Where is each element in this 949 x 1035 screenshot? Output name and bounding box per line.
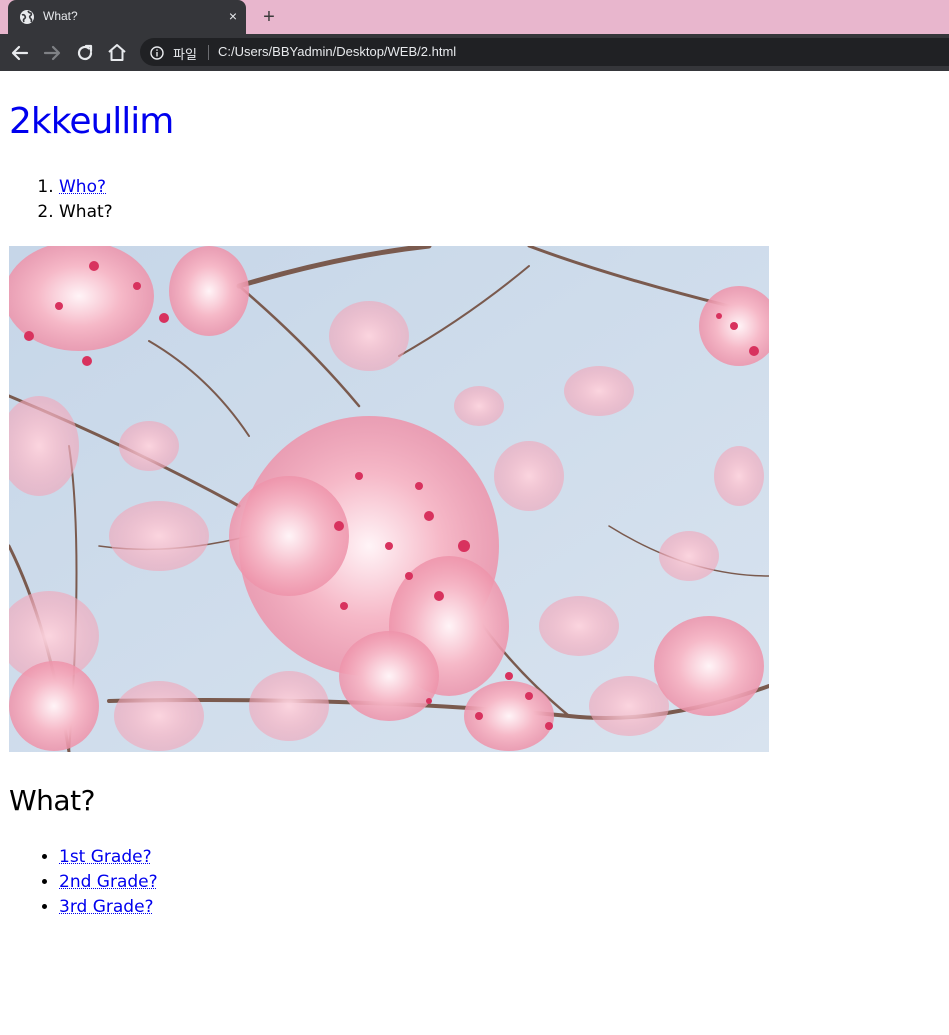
list-item: What? [59, 200, 113, 225]
divider [208, 45, 209, 60]
list-item: 1st Grade? [59, 845, 158, 870]
globe-icon [19, 9, 35, 25]
browser-toolbar: 파일 C:/Users/BBYadmin/Desktop/WEB/2.html [0, 34, 949, 71]
who-link[interactable]: Who? [59, 177, 106, 197]
grade-1-link[interactable]: 1st Grade? [59, 847, 152, 867]
url-text[interactable]: C:/Users/BBYadmin/Desktop/WEB/2.html [218, 44, 456, 59]
list-item: Who? [59, 175, 113, 200]
home-link[interactable]: 2kkeullim [9, 101, 174, 142]
cherry-blossom-image [9, 246, 769, 752]
active-tab[interactable]: What? × [8, 0, 246, 34]
home-icon[interactable] [105, 41, 129, 65]
close-tab-icon[interactable]: × [224, 7, 242, 25]
tab-strip: What? × + [0, 0, 949, 34]
info-icon[interactable] [150, 45, 164, 60]
grade-2-link[interactable]: 2nd Grade? [59, 872, 158, 892]
reload-icon[interactable] [73, 41, 97, 65]
what-current-item: What? [59, 202, 113, 222]
new-tab-icon[interactable]: + [258, 6, 280, 28]
nav-list: Who? What? [0, 175, 113, 225]
tab-title: What? [43, 9, 78, 23]
scheme-label: 파일 [173, 48, 197, 63]
section-title: What? [9, 784, 95, 817]
back-icon[interactable] [8, 41, 32, 65]
page-content: 2kkeullim Who? What? [0, 71, 949, 1035]
grade-3-link[interactable]: 3rd Grade? [59, 897, 154, 917]
address-bar[interactable]: 파일 C:/Users/BBYadmin/Desktop/WEB/2.html [140, 38, 949, 66]
forward-icon[interactable] [40, 41, 64, 65]
grade-link-list: 1st Grade? 2nd Grade? 3rd Grade? [0, 845, 158, 920]
list-item: 3rd Grade? [59, 895, 158, 920]
page-title: 2kkeullim [9, 101, 174, 142]
list-item: 2nd Grade? [59, 870, 158, 895]
